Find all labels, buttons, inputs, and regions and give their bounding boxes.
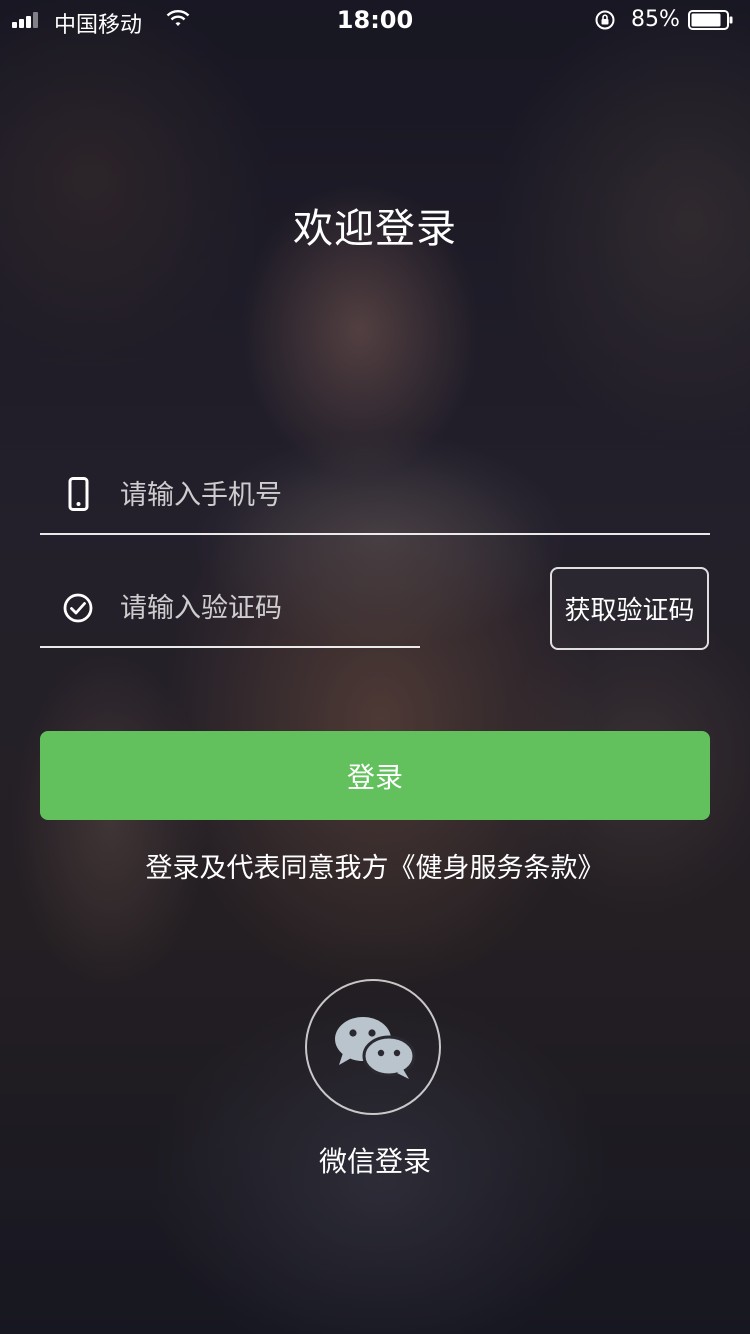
terms-link[interactable]: 《健身服务条款》: [389, 853, 605, 884]
phone-field-underline: [40, 533, 710, 535]
battery-percent: 85%: [631, 7, 680, 32]
status-bar: 中国移动 18:00 85%: [0, 0, 750, 40]
page-title: 欢迎登录: [293, 206, 457, 252]
phone-field: [40, 455, 710, 535]
phone-icon: [68, 477, 89, 511]
terms-prefix: 登录及代表同意我方: [145, 853, 389, 884]
code-field-underline: [40, 646, 420, 648]
orientation-lock-icon: [595, 10, 615, 30]
login-screen: 中国移动 18:00 85% 欢迎登录 请输入手机号 请输入验证码 获取验证码 …: [0, 0, 750, 1334]
terms-notice: 登录及代表同意我方《健身服务条款》: [0, 846, 750, 885]
login-button[interactable]: 登录: [40, 731, 710, 820]
phone-input[interactable]: [120, 471, 690, 519]
get-code-button[interactable]: 获取验证码: [550, 567, 709, 650]
verification-code-field: [40, 568, 420, 648]
wechat-login-label: 微信登录: [318, 1145, 431, 1178]
battery-icon: [688, 10, 733, 30]
check-circle-icon: [63, 593, 93, 623]
wechat-icon: [335, 1017, 416, 1079]
verification-code-input[interactable]: [120, 584, 410, 632]
wechat-login-button[interactable]: [305, 979, 441, 1115]
